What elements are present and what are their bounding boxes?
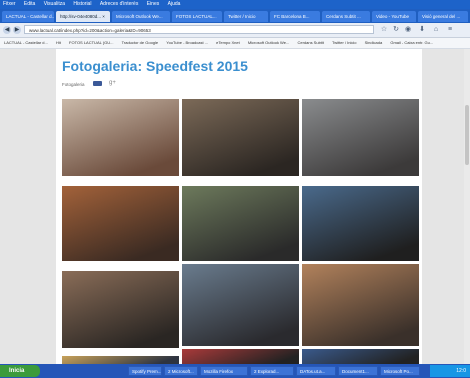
menu-item[interactable]: Eines bbox=[147, 0, 160, 9]
tab[interactable]: LACTUAL - Castellar d... bbox=[2, 11, 54, 22]
scrollbar[interactable] bbox=[464, 49, 470, 364]
bookmark[interactable]: YouTube - Broadcast ... bbox=[166, 38, 208, 48]
system-tray-clock: 12:0 bbox=[430, 365, 470, 377]
bookmark[interactable]: Gmail - Caixa entr. Gu... bbox=[390, 38, 433, 48]
menu-item[interactable]: Ajuda bbox=[168, 0, 181, 9]
star-icon[interactable]: ☆ bbox=[380, 26, 388, 34]
bookmark[interactable]: eTempo Xnet bbox=[216, 38, 240, 48]
forward-icon[interactable]: ▶ bbox=[13, 26, 21, 34]
tab[interactable]: Video - YouTube bbox=[372, 11, 416, 22]
bookmark[interactable]: Microsoft Outlook We... bbox=[248, 38, 290, 48]
gallery-content: Fotogaleria: Speedfest 2015 Fotogaleria … bbox=[56, 49, 422, 364]
navigation-bar: ◀ ▶ www.lactual.cat/index.php?id=200&act… bbox=[0, 23, 470, 38]
gallery-photo[interactable] bbox=[62, 356, 179, 364]
bookmark[interactable]: FOTOS LACTUAL (GU... bbox=[69, 38, 113, 48]
bookmark[interactable]: Twitter / Inicio bbox=[332, 38, 356, 48]
gallery-photo[interactable] bbox=[62, 186, 179, 261]
taskbar-item[interactable]: Microsoft Po... bbox=[380, 366, 420, 376]
start-button[interactable]: Inicia bbox=[0, 365, 40, 377]
tab[interactable]: Visió general del ... bbox=[418, 11, 468, 22]
gallery-photo[interactable] bbox=[302, 99, 419, 176]
taskbar-item[interactable]: Mozilla Firefox bbox=[200, 366, 248, 376]
page-title: Fotogaleria: Speedfest 2015 bbox=[62, 58, 248, 74]
gallery-photo[interactable] bbox=[302, 186, 419, 261]
scrollbar-thumb[interactable] bbox=[465, 105, 469, 165]
back-icon[interactable]: ◀ bbox=[3, 26, 11, 34]
menu-item[interactable]: Adreces d'interès bbox=[100, 0, 138, 9]
bookmark[interactable]: LACTUAL - Castellar d... bbox=[4, 38, 48, 48]
breadcrumb[interactable]: Fotogaleria bbox=[62, 82, 85, 87]
gallery-photo[interactable] bbox=[182, 99, 299, 176]
gallery-photo[interactable] bbox=[62, 99, 179, 176]
taskbar-item[interactable]: 2 Microsoft... bbox=[164, 366, 198, 376]
download-icon[interactable]: ⬇ bbox=[418, 26, 426, 34]
tab[interactable]: Twitter / Inicio bbox=[224, 11, 268, 22]
taskbar: Inicia Spotify Prem... 2 Microsoft... Mo… bbox=[0, 364, 470, 378]
facebook-share-icon[interactable] bbox=[93, 81, 102, 86]
tab[interactable]: FOTOS LACTUAL... bbox=[172, 11, 222, 22]
gallery-photo[interactable] bbox=[182, 349, 299, 364]
menu-icon[interactable]: ≡ bbox=[446, 26, 454, 34]
bookmark[interactable]: Traductor de Google bbox=[122, 38, 159, 48]
taskbar-item[interactable]: Document1... bbox=[338, 366, 378, 376]
menu-item[interactable]: Historial bbox=[73, 0, 91, 9]
menu-item[interactable]: Edita bbox=[24, 0, 35, 9]
tab[interactable]: Microsoft Outlook We... bbox=[112, 11, 170, 22]
menu-bar: Fitxer Edita Visualitza Historial Adrece… bbox=[0, 0, 470, 9]
bookmarks-bar: LACTUAL - Castellar d... Hit FOTOS LACTU… bbox=[0, 38, 470, 49]
page-viewport: Fotogaleria: Speedfest 2015 Fotogaleria … bbox=[0, 49, 470, 364]
reload-icon[interactable]: ↻ bbox=[392, 26, 400, 34]
gallery-photo[interactable] bbox=[182, 186, 299, 261]
tab[interactable]: Cerdans Subtit ... bbox=[322, 11, 370, 22]
feed-icon[interactable]: ◉ bbox=[404, 26, 412, 34]
taskbar-item[interactable]: DATos.ut.a... bbox=[296, 366, 336, 376]
gallery-photo[interactable] bbox=[302, 264, 419, 346]
menu-item[interactable]: Fitxer bbox=[3, 0, 16, 9]
tab-bar: LACTUAL - Castellar d... http://sv-04e40… bbox=[0, 9, 470, 23]
bookmark[interactable]: Hit bbox=[56, 38, 61, 48]
home-icon[interactable]: ⌂ bbox=[432, 26, 440, 34]
gallery-photo[interactable] bbox=[302, 349, 419, 364]
bookmark[interactable]: Sindicada bbox=[365, 38, 383, 48]
address-input[interactable]: www.lactual.cat/index.php?id=200&action=… bbox=[24, 25, 374, 34]
tab-active[interactable]: http://sv-04e4080d... × bbox=[56, 11, 110, 22]
gallery-photo[interactable] bbox=[62, 271, 179, 348]
bookmark[interactable]: Cerdans Subtit bbox=[297, 38, 323, 48]
google-plus-icon[interactable]: g+ bbox=[109, 80, 116, 86]
menu-item[interactable]: Visualitza bbox=[44, 0, 65, 9]
gallery-photo[interactable] bbox=[182, 264, 299, 346]
taskbar-item[interactable]: 2 Explorad... bbox=[250, 366, 294, 376]
tab[interactable]: FC Barcelona B... bbox=[270, 11, 320, 22]
taskbar-item[interactable]: Spotify Prem... bbox=[128, 366, 162, 376]
